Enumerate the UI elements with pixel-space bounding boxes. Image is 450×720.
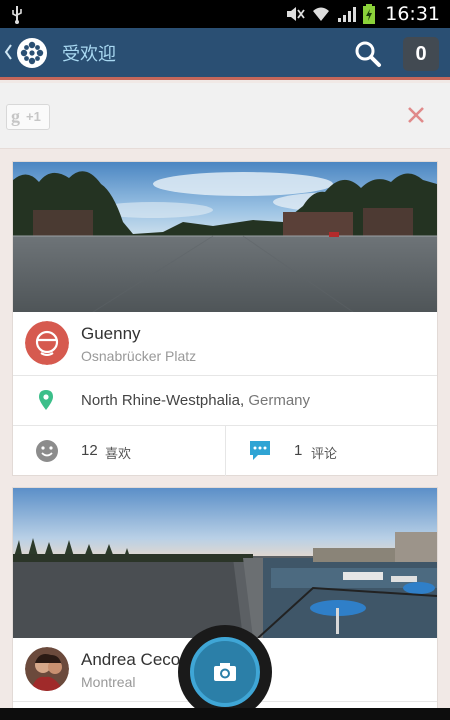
close-icon[interactable]	[407, 106, 425, 124]
wifi-icon	[313, 7, 330, 21]
action-bar: 受欢迎 0	[0, 28, 450, 80]
country-name: Germany	[248, 392, 310, 409]
search-icon[interactable]	[354, 40, 382, 68]
page-title: 受欢迎	[62, 44, 116, 65]
likes-label: 喜欢	[105, 447, 132, 462]
post-author-row[interactable]: Guenny Osnabrücker Platz	[13, 312, 437, 376]
battery-icon	[363, 4, 376, 24]
place-name: Montreal	[81, 674, 136, 690]
plus-one-button[interactable]: g +1	[6, 104, 50, 130]
usb-icon	[12, 6, 22, 24]
back-icon[interactable]	[3, 42, 13, 62]
plus-one-bar: g +1	[0, 83, 450, 149]
smiley-icon	[36, 440, 58, 462]
clock: 16:31	[385, 3, 440, 25]
comments-count: 1	[294, 442, 303, 459]
camera-icon	[214, 663, 236, 681]
panorama-photo[interactable]	[13, 488, 437, 638]
author-name[interactable]: Guenny	[81, 324, 141, 344]
likes-button[interactable]: 12 喜欢	[13, 426, 225, 476]
comments-label: 评论	[311, 447, 338, 462]
avatar[interactable]	[25, 647, 69, 691]
camera-button-frame	[178, 625, 272, 719]
location-row[interactable]: North Rhine-Westphalia, Germany	[13, 376, 437, 426]
mute-icon	[287, 7, 305, 21]
region-name: North Rhine-Westphalia,	[81, 392, 245, 409]
comments-button[interactable]: 1 评论	[225, 426, 437, 476]
avatar[interactable]	[25, 321, 69, 365]
status-bar: 16:31	[0, 0, 450, 28]
plus-one-label: +1	[26, 109, 41, 124]
panorama-photo[interactable]	[13, 162, 437, 312]
camera-button[interactable]	[190, 637, 260, 707]
comment-bubble-icon	[250, 441, 270, 460]
place-name: Osnabrücker Platz	[81, 348, 197, 364]
post-card[interactable]: Guenny Osnabrücker Platz North Rhine-Wes…	[12, 161, 438, 476]
author-name[interactable]: Andrea Ceco	[81, 650, 180, 670]
location-pin-icon	[39, 390, 53, 410]
stats-row: 12 喜欢 1 评论	[13, 426, 437, 476]
signal-icon	[338, 7, 357, 22]
plus-one-g-label: g	[11, 106, 20, 126]
notification-count-badge[interactable]: 0	[403, 37, 439, 71]
likes-count: 12	[81, 442, 98, 459]
app-logo-icon[interactable]	[16, 37, 48, 69]
bottom-edge	[0, 708, 450, 720]
